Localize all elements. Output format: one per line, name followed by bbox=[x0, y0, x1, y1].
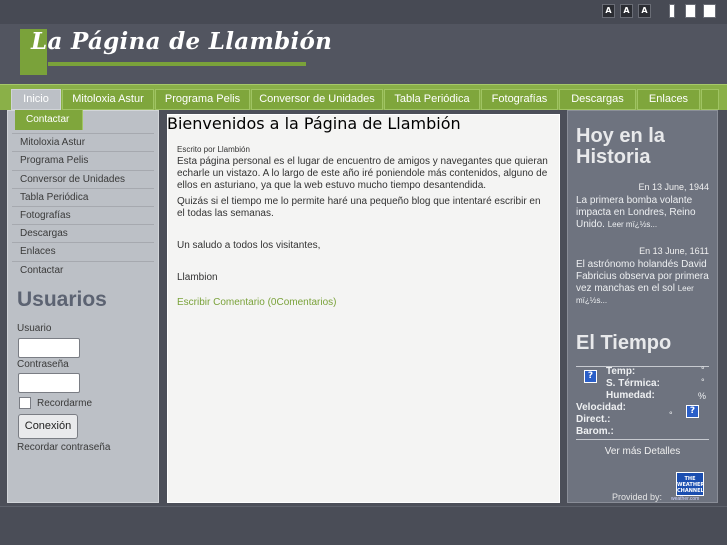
weather-divider-top bbox=[576, 366, 709, 367]
tab-conversor-unidades[interactable]: Conversor de Unidades bbox=[251, 89, 383, 110]
history-entry-1: La primera bomba volante impacta en Lond… bbox=[576, 195, 710, 231]
font-medium-button[interactable]: A bbox=[620, 4, 633, 18]
footer bbox=[0, 506, 727, 545]
velocity-label: Velocidad: bbox=[576, 402, 627, 413]
sidebar-item-programa-pelis[interactable]: Programa Pelis bbox=[12, 152, 154, 171]
sidebar-item-fotografias[interactable]: Fotografías bbox=[12, 207, 154, 226]
tab-tabla-periodica[interactable]: Tabla Periódica bbox=[384, 89, 480, 110]
tab-enlaces[interactable]: Enlaces bbox=[637, 89, 700, 110]
main-nav: Inicio Mitoloxia Astur Programa Pelis Co… bbox=[0, 84, 727, 110]
forgot-password-link[interactable]: Recordar contraseña bbox=[17, 442, 110, 453]
article-paragraph-4: Llambion bbox=[177, 272, 218, 283]
history-date-1: En 13 June, 1944 bbox=[638, 182, 709, 192]
article-paragraph-1: Esta página personal es el lugar de encu… bbox=[177, 156, 548, 191]
weather-channel-url[interactable]: weather.com bbox=[671, 496, 699, 502]
comment-link[interactable]: Escribir Comentario (0Comentarios) bbox=[177, 297, 337, 308]
password-input[interactable] bbox=[18, 373, 80, 393]
nav-tail bbox=[701, 89, 719, 110]
thermal-label: S. Térmica: bbox=[606, 378, 660, 389]
temp-value: ° bbox=[701, 365, 705, 375]
sidebar-menu: Inicio Mitoloxia Astur Programa Pelis Co… bbox=[12, 116, 154, 280]
login-button[interactable]: Conexión bbox=[18, 414, 78, 439]
logo-underline bbox=[48, 62, 306, 66]
weather-title: El Tiempo bbox=[576, 332, 672, 354]
site-title[interactable]: La Página de Llambión bbox=[31, 28, 332, 55]
top-bar: A A A bbox=[0, 0, 727, 24]
humidity-label: Humedad: bbox=[606, 390, 655, 401]
password-label: Contraseña bbox=[17, 359, 69, 370]
sidebar-item-descargas[interactable]: Descargas bbox=[12, 225, 154, 244]
history-title: Hoy en la Historia bbox=[576, 125, 665, 168]
usuario-label: Usuario bbox=[17, 323, 52, 334]
weather-divider-bottom bbox=[576, 439, 709, 440]
history-entry-2: El astrónomo holandés David Fabricius ob… bbox=[576, 259, 710, 307]
article-paragraph-3: Un saludo a todos los visitantes, bbox=[177, 240, 321, 251]
weather-unknown-icon: ? bbox=[584, 370, 597, 383]
wind-unknown-icon: ? bbox=[686, 405, 699, 418]
direction-label: Direct.: bbox=[576, 414, 611, 425]
usuarios-title: Usuarios bbox=[17, 288, 107, 311]
sidebar-item-mitoloxia-astur[interactable]: Mitoloxia Astur bbox=[12, 134, 154, 153]
tab-inicio[interactable]: Inicio bbox=[11, 89, 61, 110]
width-medium-button[interactable] bbox=[685, 4, 696, 18]
width-wide-button[interactable] bbox=[703, 4, 716, 18]
direction-value: ° bbox=[669, 410, 673, 420]
article-title[interactable]: Bienvenidos a la Página de Llambión bbox=[167, 114, 461, 133]
article-paragraph-2: Quizás si el tiempo me lo permite haré u… bbox=[177, 196, 541, 219]
font-large-button[interactable]: A bbox=[638, 4, 651, 18]
sidebar-item-contactar[interactable]: Contactar bbox=[12, 262, 154, 280]
provided-by-label: Provided by: bbox=[612, 492, 663, 502]
history-more-link-1[interactable]: Leer mï¿½s... bbox=[608, 220, 657, 229]
tab-fotografias[interactable]: Fotografías bbox=[481, 89, 558, 110]
article-author: Escrito por Llambión bbox=[177, 145, 250, 154]
usuario-input[interactable] bbox=[18, 338, 80, 358]
history-date-2: En 13 June, 1611 bbox=[639, 246, 709, 256]
temp-label: Temp: bbox=[606, 366, 636, 377]
font-small-button[interactable]: A bbox=[602, 4, 615, 18]
sidebar-item-tabla-periodica[interactable]: Tabla Periódica bbox=[12, 189, 154, 207]
remember-label: Recordarme bbox=[37, 398, 93, 409]
thermal-value: ° bbox=[701, 377, 705, 387]
sidebar-item-enlaces[interactable]: Enlaces bbox=[12, 243, 154, 262]
tab-mitoloxia-astur[interactable]: Mitoloxia Astur bbox=[62, 89, 154, 110]
barom-label: Barom.: bbox=[576, 426, 614, 437]
tab-descargas[interactable]: Descargas bbox=[559, 89, 636, 110]
nav-dropdown-contactar[interactable]: Contactar bbox=[15, 110, 83, 130]
sidebar-item-conversor-unidades[interactable]: Conversor de Unidades bbox=[12, 171, 154, 189]
remember-checkbox[interactable] bbox=[19, 397, 31, 409]
tab-programa-pelis[interactable]: Programa Pelis bbox=[155, 89, 250, 110]
humidity-value: % bbox=[698, 391, 707, 401]
width-narrow-button[interactable] bbox=[669, 4, 675, 18]
weather-details-link[interactable]: Ver más Detalles bbox=[576, 446, 709, 457]
weather-channel-logo[interactable]: THE WEATHER CHANNEL bbox=[676, 472, 704, 496]
